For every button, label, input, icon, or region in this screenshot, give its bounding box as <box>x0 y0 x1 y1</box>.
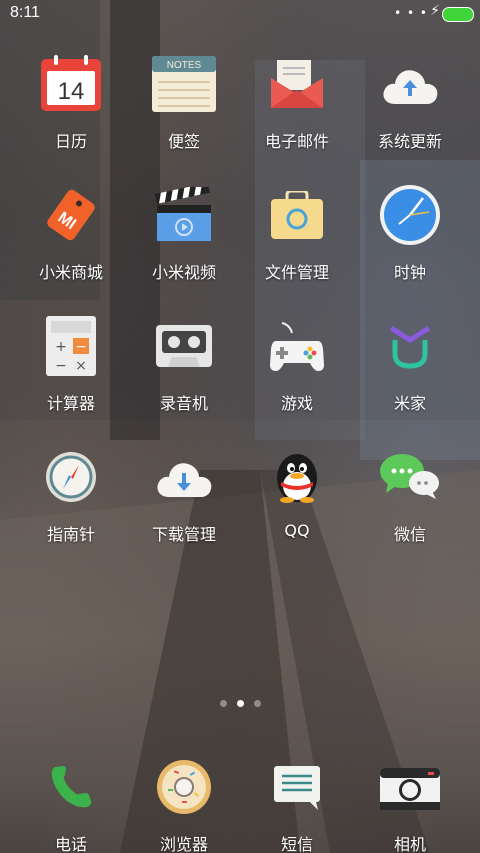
cassette-icon <box>152 314 216 378</box>
dock-app-camera[interactable]: 相机 <box>354 755 466 853</box>
app-label: 时钟 <box>393 263 426 282</box>
app-compass[interactable]: 指南针 <box>15 445 127 545</box>
app-label: 短信 <box>280 835 313 853</box>
notes-title: NOTES <box>167 60 202 71</box>
app-label: 游戏 <box>280 394 313 413</box>
app-label: 米家 <box>393 394 426 413</box>
page-indicator <box>0 700 480 712</box>
status-bar: 8:11 • • • ⚡ <box>0 0 480 28</box>
dock-app-browser[interactable]: 浏览器 <box>128 755 240 853</box>
cloud-download-icon <box>152 445 216 509</box>
app-label: 日历 <box>54 132 87 151</box>
app-notes[interactable]: NOTES 便签 <box>128 52 240 152</box>
donut-browser-icon <box>152 755 216 819</box>
video-clapper-icon <box>152 183 216 247</box>
folder-icon <box>265 183 329 247</box>
calc-key-minus: − <box>75 339 87 355</box>
app-clock[interactable]: 时钟 <box>354 183 466 283</box>
app-row: 指南针 下载管理 QQ 微信 <box>0 445 480 565</box>
battery-icon <box>442 7 474 22</box>
app-mi-video[interactable]: 小米视频 <box>128 183 240 283</box>
mi-tag-icon: MI <box>39 183 103 247</box>
app-label: 指南针 <box>46 525 95 544</box>
app-mi-store[interactable]: MI 小米商城 <box>15 183 127 283</box>
gamepad-icon <box>265 314 329 378</box>
app-label: 小米视频 <box>151 263 216 282</box>
app-label: 下载管理 <box>151 525 216 544</box>
camera-icon <box>378 755 442 819</box>
app-label: 电话 <box>54 835 87 853</box>
clock-icon <box>378 183 442 247</box>
app-row: + − − × 计算器 录音机 游戏 米家 <box>0 314 480 434</box>
app-label: 计算器 <box>46 394 95 413</box>
calc-key-minus-2: − <box>55 358 67 374</box>
app-label: 便签 <box>167 132 200 151</box>
mijia-icon <box>378 314 442 378</box>
app-label: 电子邮件 <box>264 132 329 151</box>
app-label: 录音机 <box>159 394 208 413</box>
app-calendar[interactable]: 14 日历 <box>15 52 127 152</box>
app-label: 浏览器 <box>159 835 208 853</box>
app-games[interactable]: 游戏 <box>241 314 353 414</box>
app-qq[interactable]: QQ <box>241 445 353 540</box>
app-recorder[interactable]: 录音机 <box>128 314 240 414</box>
app-calculator[interactable]: + − − × 计算器 <box>15 314 127 414</box>
message-icon <box>265 755 329 819</box>
calc-key-times: × <box>75 358 87 374</box>
app-system-update[interactable]: 系统更新 <box>354 52 466 152</box>
app-label: 相机 <box>393 835 426 853</box>
app-label: 小米商城 <box>38 263 103 282</box>
calendar-icon: 14 <box>39 52 103 116</box>
compass-icon <box>39 445 103 509</box>
phone-icon <box>39 755 103 819</box>
dock: 电话 浏览器 短信 相机 <box>0 745 480 853</box>
calculator-icon: + − − × <box>39 314 103 378</box>
status-time: 8:11 <box>10 4 40 21</box>
app-label: 系统更新 <box>377 132 442 151</box>
app-label: 文件管理 <box>264 263 329 282</box>
cloud-upload-icon <box>378 52 442 116</box>
app-wechat[interactable]: 微信 <box>354 445 466 545</box>
email-icon <box>265 52 329 116</box>
app-download-manager[interactable]: 下载管理 <box>128 445 240 545</box>
calendar-date: 14 <box>58 78 85 105</box>
wechat-icon <box>378 445 442 509</box>
app-label: 微信 <box>393 525 426 544</box>
signal-dots-icon: • • • <box>394 6 428 20</box>
app-email[interactable]: 电子邮件 <box>241 52 353 152</box>
qq-penguin-icon <box>265 445 329 509</box>
app-file-manager[interactable]: 文件管理 <box>241 183 353 283</box>
bolt-icon: ⚡ <box>430 3 440 19</box>
calc-key-plus: + <box>55 339 67 355</box>
app-row: MI 小米商城 小米视频 文件管理 时钟 <box>0 183 480 303</box>
page-dot-active[interactable] <box>236 700 244 707</box>
page-dot[interactable] <box>253 700 261 707</box>
app-label: QQ <box>284 521 310 540</box>
page-dot[interactable] <box>219 700 227 707</box>
app-row: 14 日历 NOTES 便签 电子邮件 系统更新 <box>0 52 480 172</box>
app-mijia[interactable]: 米家 <box>354 314 466 414</box>
notes-icon: NOTES <box>152 52 216 116</box>
dock-app-messages[interactable]: 短信 <box>241 755 353 853</box>
dock-app-phone[interactable]: 电话 <box>15 755 127 853</box>
